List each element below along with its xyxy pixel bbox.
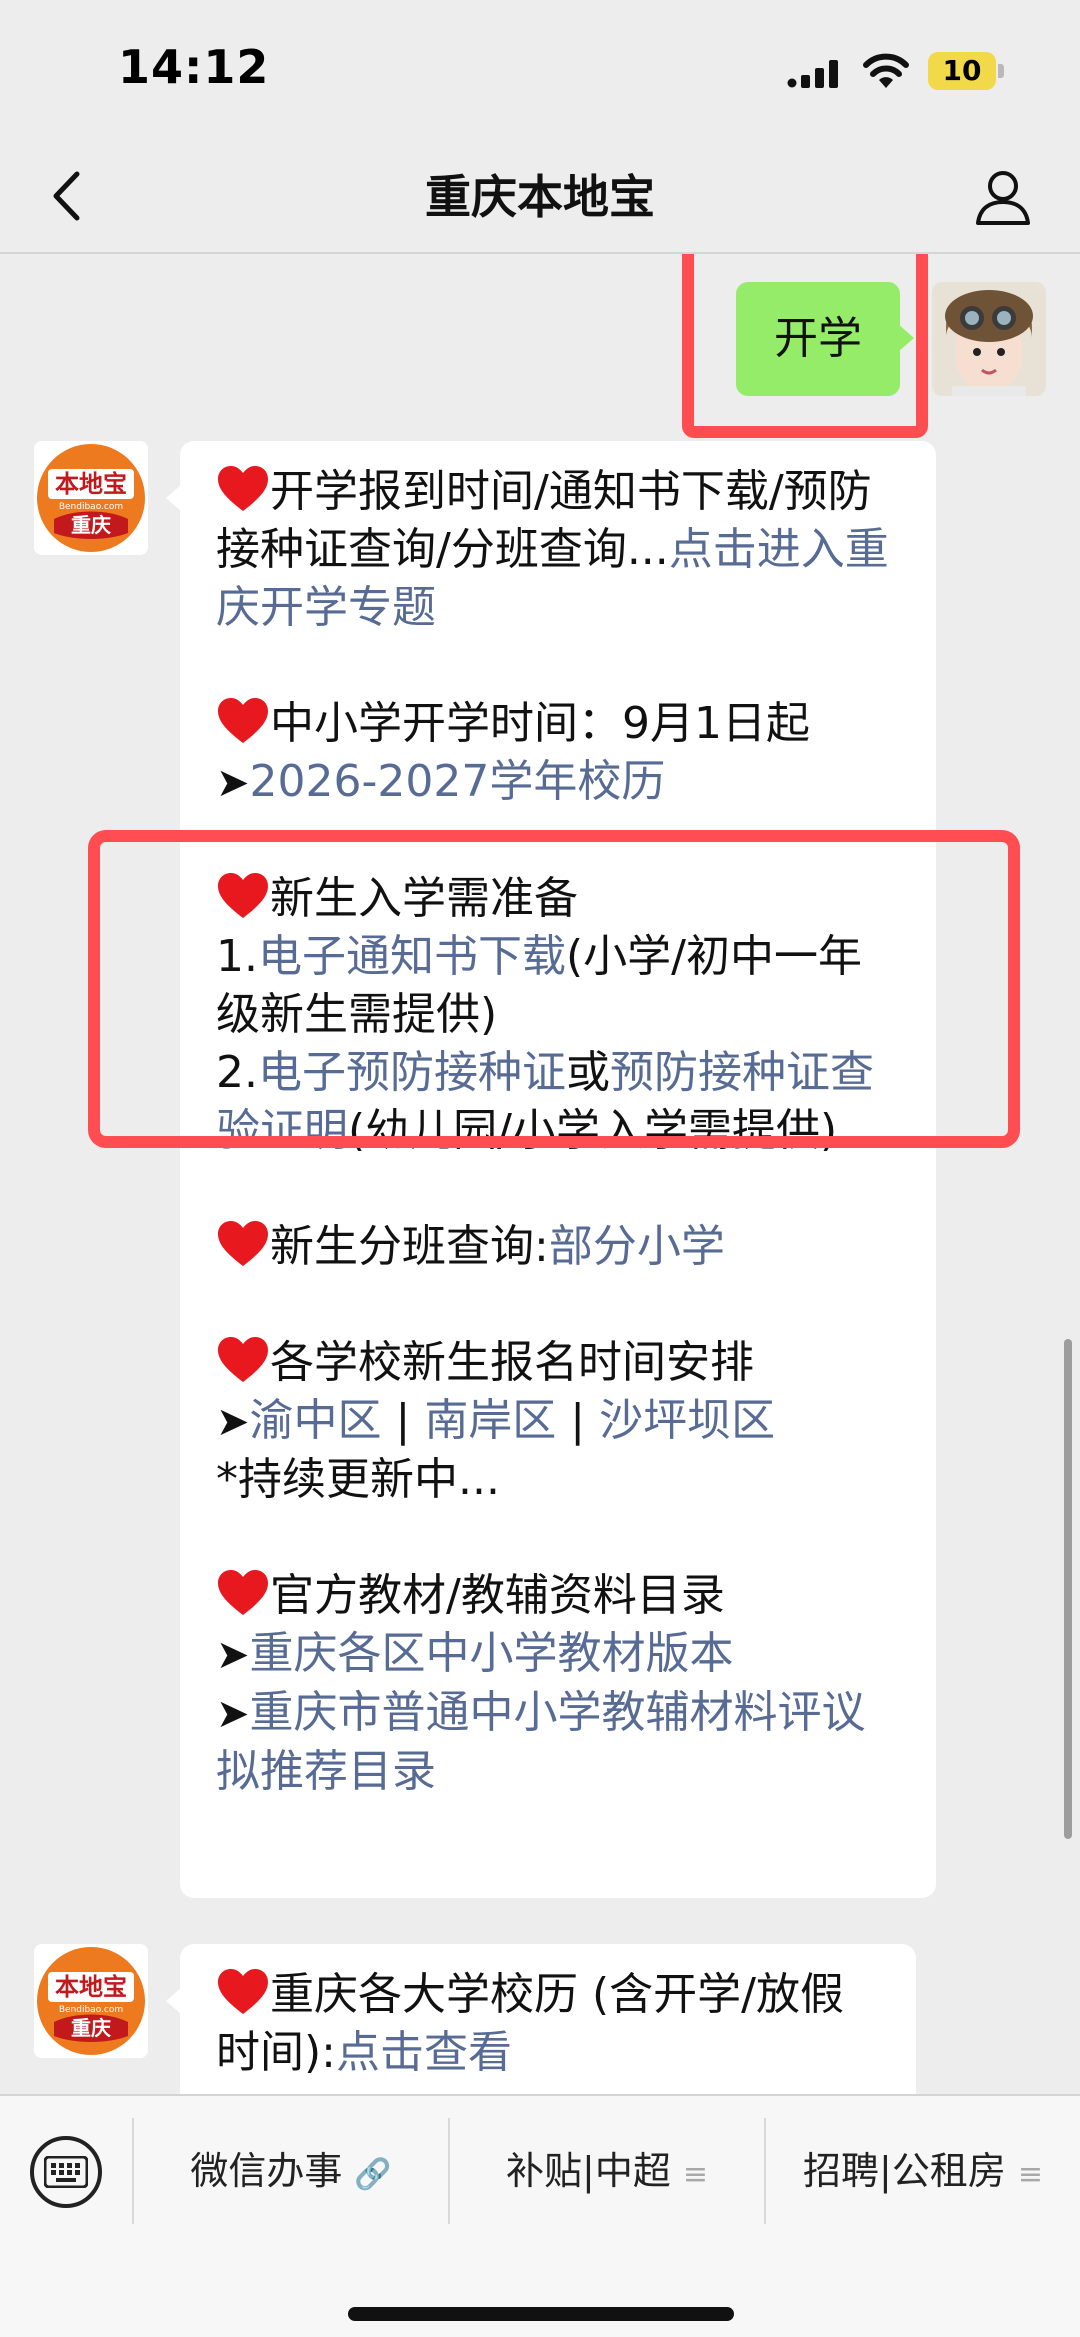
shapingba-district-link[interactable]: 沙坪坝区	[599, 1395, 775, 1446]
status-bar: 14:12 10	[0, 0, 1080, 140]
separator: |	[381, 1395, 425, 1446]
logo-domain-text: Bendibao.com	[58, 502, 124, 512]
heart-icon	[218, 1969, 268, 2014]
battery-indicator: 10	[928, 52, 1004, 90]
section-title: 新生分班查询:	[270, 1221, 549, 1272]
chevron-left-icon	[53, 171, 80, 221]
logo-domain-text: Bendibao.com	[58, 2005, 124, 2015]
bot-message-bubble[interactable]: 重庆各大学校历 (含开学/放假时间):点击查看	[180, 1944, 916, 2094]
wifi-icon	[863, 53, 909, 88]
menu-item-label: 微信办事	[190, 2149, 343, 2193]
supplementary-materials-link[interactable]: 重庆市普通中小学教辅材料评议拟推荐目录	[216, 1687, 866, 1797]
update-note: *持续更新中...	[216, 1454, 500, 1505]
user-avatar-image	[932, 282, 1046, 396]
highlight-box-user-message	[682, 254, 928, 438]
separator: |	[556, 1395, 600, 1446]
home-indicator[interactable]	[348, 2307, 734, 2321]
link-icon: 🔗	[354, 2157, 392, 2192]
bot-message-bubble[interactable]: 开学报到时间/通知书下载/预防接种证查询/分班查询...点击进入重庆开学专题 中…	[180, 441, 936, 1898]
section-school-start-topic: 开学报到时间/通知书下载/预防接种证查询/分班查询...点击进入重庆开学专题	[216, 463, 900, 637]
heart-icon	[218, 698, 268, 743]
logo-city-text: 重庆	[71, 513, 111, 537]
heart-icon	[218, 1337, 268, 1382]
arrow-icon: ➤	[216, 760, 250, 806]
back-button[interactable]	[36, 166, 96, 226]
menu-item-jobs-housing[interactable]: 招聘|公租房 ≡	[766, 2118, 1080, 2224]
profile-button[interactable]	[970, 164, 1036, 230]
highlight-box-new-student-prep	[88, 830, 1020, 1148]
submenu-icon: ≡	[682, 2157, 708, 2192]
menu-item-label: 补贴|中超	[506, 2149, 671, 2193]
section-textbook-catalog: 官方教材/教辅资料目录 ➤重庆各区中小学教材版本 ➤重庆市普通中小学教辅材料评议…	[216, 1567, 900, 1801]
arrow-icon: ➤	[216, 1399, 250, 1445]
section-title: 中小学开学时间：9月1日起	[270, 698, 810, 749]
chat-area[interactable]: 开学 本地宝 Bendibao.com 重庆 开学报到时间/通知书下载/预防接种…	[0, 254, 1080, 2094]
section-university-calendar: 重庆各大学校历 (含开学/放假时间):点击查看	[216, 1966, 880, 2082]
section-start-time: 中小学开学时间：9月1日起 ➤2026-2027学年校历	[216, 695, 900, 812]
menu-item-wechat-services[interactable]: 微信办事 🔗	[134, 2118, 448, 2224]
school-calendar-link[interactable]: 2026-2027学年校历	[250, 756, 666, 807]
logo-brand-text: 本地宝	[55, 470, 127, 498]
arrow-icon: ➤	[216, 1632, 250, 1678]
section-registration-schedule: 各学校新生报名时间安排 ➤渝中区 | 南岸区 | 沙坪坝区 *持续更新中...	[216, 1334, 900, 1509]
heart-icon	[218, 1221, 268, 1266]
submenu-icon: ≡	[1017, 2157, 1043, 2192]
keyboard-toggle-button[interactable]	[30, 2136, 102, 2208]
user-avatar[interactable]	[932, 282, 1046, 396]
arrow-icon: ➤	[216, 1691, 250, 1737]
section-text: 重庆各大学校历 (含开学/放假时间):	[216, 1969, 844, 2078]
cellular-signal-icon	[787, 60, 838, 88]
section-title: 官方教材/教辅资料目录	[270, 1570, 725, 1621]
bot-avatar[interactable]: 本地宝 Bendibao.com 重庆	[34, 1944, 148, 2058]
keyboard-icon	[44, 2156, 88, 2188]
yuzhong-district-link[interactable]: 渝中区	[250, 1395, 382, 1446]
scrollbar[interactable]	[1064, 1339, 1072, 1839]
heart-icon	[218, 466, 268, 511]
nav-bar: 重庆本地宝	[0, 140, 1080, 254]
logo-brand-text: 本地宝	[55, 1973, 127, 2001]
some-primary-schools-link[interactable]: 部分小学	[549, 1221, 725, 1272]
page-title: 重庆本地宝	[425, 170, 655, 224]
person-icon	[976, 171, 1030, 225]
menu-item-label: 招聘|公租房	[803, 2149, 1006, 2193]
section-class-assignment: 新生分班查询:部分小学	[216, 1218, 900, 1276]
battery-level: 10	[942, 54, 982, 87]
section-title: 各学校新生报名时间安排	[270, 1337, 754, 1388]
view-university-calendar-link[interactable]: 点击查看	[336, 2027, 512, 2078]
nanan-district-link[interactable]: 南岸区	[424, 1395, 556, 1446]
logo-city-text: 重庆	[71, 2016, 111, 2040]
bot-avatar[interactable]: 本地宝 Bendibao.com 重庆	[34, 441, 148, 555]
battery-tip	[998, 64, 1004, 78]
status-time: 14:12	[118, 40, 270, 94]
menu-item-subsidies[interactable]: 补贴|中超 ≡	[450, 2118, 764, 2224]
textbook-versions-link[interactable]: 重庆各区中小学教材版本	[250, 1628, 734, 1679]
bottom-menu: 微信办事 🔗 补贴|中超 ≡ 招聘|公租房 ≡	[0, 2094, 1080, 2337]
heart-icon	[218, 1570, 268, 1615]
